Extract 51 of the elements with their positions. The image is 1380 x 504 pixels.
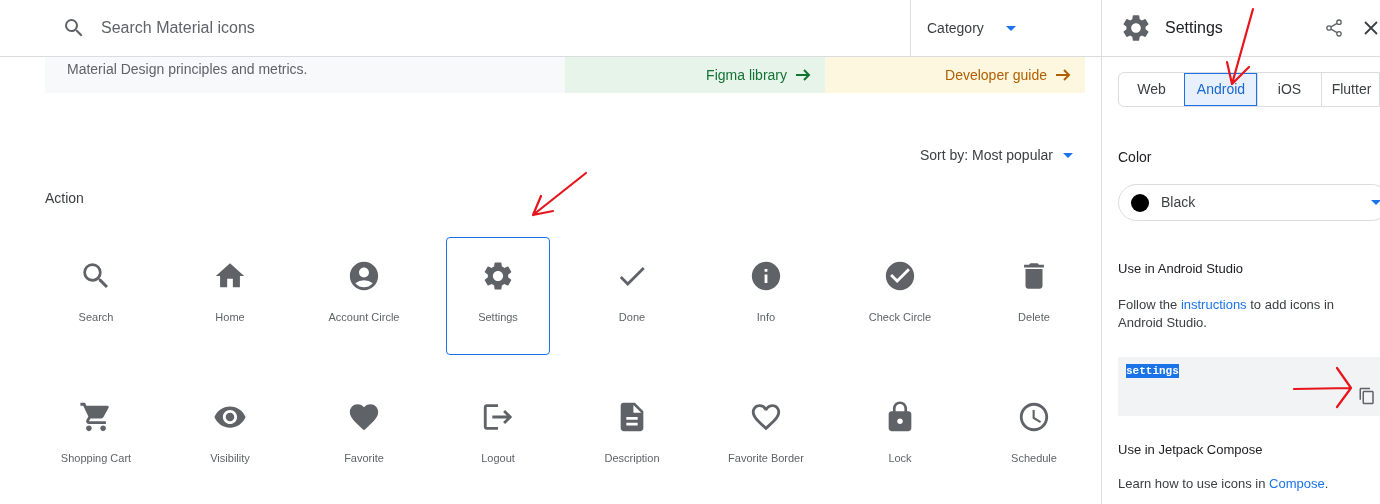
close-button[interactable] [1364, 21, 1378, 35]
icon-tile[interactable]: Info [714, 237, 818, 355]
icon-tile[interactable]: Visibility [178, 378, 282, 496]
clock-icon [1017, 400, 1051, 434]
caret-icon [1063, 153, 1073, 158]
platform-tab[interactable]: Web [1119, 73, 1184, 106]
caret-icon [1371, 200, 1380, 205]
icon-tile[interactable]: Delete [982, 237, 1086, 355]
caret-icon [1005, 25, 1016, 31]
swatch-icon [1131, 193, 1149, 212]
icon-tile[interactable]: Schedule [982, 378, 1086, 496]
icon-tile[interactable]: Lock [848, 378, 952, 496]
icon-tile[interactable]: Account Circle [312, 237, 416, 355]
text-link[interactable]: Compose [1269, 476, 1325, 491]
arrow-icon [1055, 67, 1071, 83]
code-text: settings [1126, 363, 1179, 378]
section-heading: Use in Android Studio [1118, 260, 1244, 278]
arrow-icon [795, 67, 811, 83]
icon-tile[interactable]: Check Circle [848, 237, 952, 355]
banner-text: Material Design principles and metrics. [67, 61, 308, 77]
share-icon [1324, 18, 1344, 38]
icon-tile[interactable]: Favorite Border [714, 378, 818, 496]
sort-dropdown[interactable]: Sort by: Most popular [919, 145, 1073, 166]
panel-title: Settings [1165, 18, 1223, 38]
annotation-arrow [1292, 366, 1354, 410]
platform-tab[interactable]: Android [1184, 73, 1257, 106]
instructions-text: Follow the instructions to add icons in Android Studio. [1118, 295, 1336, 332]
text-link[interactable]: instructions [1180, 296, 1247, 312]
search-field[interactable]: Search Material icons [101, 16, 910, 40]
icon-tile[interactable]: Settings [446, 237, 550, 355]
close-icon [1364, 21, 1378, 35]
icon-tile[interactable]: Logout [446, 378, 550, 496]
banner-link[interactable]: Developer guide [945, 64, 1071, 86]
copy-button[interactable] [1358, 386, 1376, 405]
info-icon [749, 259, 783, 293]
platform-tab[interactable]: Flutter [1321, 73, 1379, 106]
platform-tab[interactable]: iOS [1257, 73, 1321, 106]
icon-tile[interactable]: Favorite [312, 378, 416, 496]
instructions-text: Learn how to use icons in Compose. [1118, 475, 1330, 493]
copy-icon [1358, 386, 1376, 405]
category-dropdown[interactable]: Category [910, 0, 1101, 56]
icon-tile[interactable]: Done [580, 237, 684, 355]
icon-tile[interactable]: Shopping Cart [44, 378, 148, 496]
icon-tile[interactable]: Description [580, 378, 684, 496]
banner-link[interactable]: Figma library [706, 64, 811, 86]
icon-tile[interactable]: Search [44, 237, 148, 355]
section-title: Action [45, 189, 84, 208]
icon-tile[interactable]: Home [178, 237, 282, 355]
color-label: Color [1118, 148, 1152, 167]
share-button[interactable] [1324, 18, 1344, 38]
section-heading: Use in Jetpack Compose [1118, 440, 1263, 459]
